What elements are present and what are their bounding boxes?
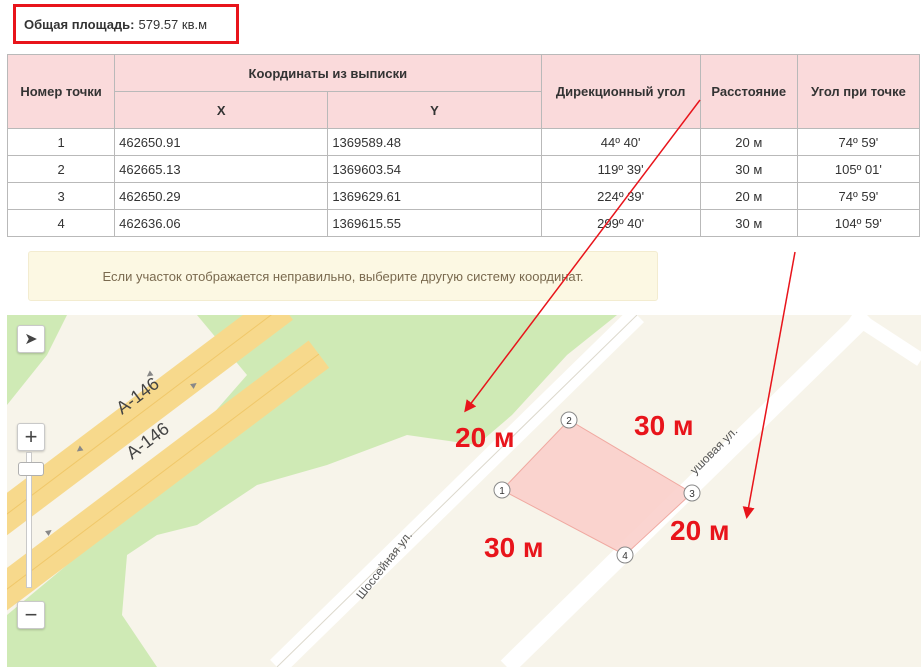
total-area-label: Общая площадь:	[24, 16, 135, 32]
header-direction: Дирекционный угол	[540, 54, 701, 129]
cell-no: 1	[6, 128, 116, 156]
cell-no: 4	[6, 209, 116, 237]
cell-y: 1369589.48	[327, 128, 542, 156]
cell-angle: 104º 59'	[796, 209, 921, 237]
header-distance: Расстояние	[699, 54, 798, 129]
cell-x: 462650.29	[114, 182, 329, 210]
zoom-out-button[interactable]: −	[17, 601, 45, 629]
vertex-marker-2[interactable]: 2	[560, 411, 578, 429]
vertex-marker-1[interactable]: 1	[493, 481, 511, 499]
header-coords-group: Координаты из выписки	[114, 54, 542, 92]
vertex-label: 2	[566, 416, 572, 427]
table-row: 4 462636.06 1369615.55 299º 40' 30 м 104…	[6, 209, 921, 237]
cell-direction: 299º 40'	[540, 209, 701, 237]
header-y: Y	[327, 91, 542, 129]
coordinate-system-notice: Если участок отображается неправильно, в…	[28, 251, 658, 301]
cell-x: 462665.13	[114, 155, 329, 183]
cell-distance: 20 м	[699, 182, 798, 210]
annotation-top-distance: 30 м	[634, 410, 694, 441]
table-row: 1 462650.91 1369589.48 44º 40' 20 м 74º …	[6, 128, 921, 156]
vertex-marker-3[interactable]: 3	[683, 484, 701, 502]
header-point-no: Номер точки	[6, 54, 116, 129]
header-angle: Угол при точке	[796, 54, 921, 129]
cell-y: 1369629.61	[327, 182, 542, 210]
vertex-label: 3	[689, 489, 695, 500]
cell-direction: 44º 40'	[540, 128, 701, 156]
map-view[interactable]: А-146 А-146 ◄ ► ► ◄ Шоссейная ул. ушовая…	[7, 315, 921, 667]
cell-y: 1369603.54	[327, 155, 542, 183]
vertex-label: 1	[499, 486, 505, 497]
locate-arrow-icon: ➤	[24, 331, 38, 348]
cell-angle: 105º 01'	[796, 155, 921, 183]
coordinates-table: Номер точки Координаты из выписки Дирекц…	[6, 54, 921, 237]
locate-button[interactable]: ➤	[17, 325, 45, 353]
cell-distance: 20 м	[699, 128, 798, 156]
cell-no: 2	[6, 155, 116, 183]
annotation-right-distance: 20 м	[670, 515, 730, 546]
total-area-box: Общая площадь: 579.57 кв.м	[13, 4, 239, 44]
annotation-bottom-distance: 30 м	[484, 532, 544, 563]
annotation-left-distance: 20 м	[455, 422, 515, 453]
cell-x: 462650.91	[114, 128, 329, 156]
total-area-value: 579.57 кв.м	[138, 16, 208, 32]
table-row: 3 462650.29 1369629.61 224º 39' 20 м 74º…	[6, 182, 921, 210]
vertex-label: 4	[622, 551, 628, 562]
zoom-in-button[interactable]: +	[17, 423, 45, 451]
zoom-slider-handle[interactable]	[18, 462, 44, 476]
cell-distance: 30 м	[699, 209, 798, 237]
cell-x: 462636.06	[114, 209, 329, 237]
cell-y: 1369615.55	[327, 209, 542, 237]
cell-direction: 119º 39'	[540, 155, 701, 183]
vertex-marker-4[interactable]: 4	[616, 546, 634, 564]
cell-distance: 30 м	[699, 155, 798, 183]
cell-no: 3	[6, 182, 116, 210]
header-x: X	[114, 91, 329, 129]
table-row: 2 462665.13 1369603.54 119º 39' 30 м 105…	[6, 155, 921, 183]
map-canvas[interactable]: А-146 А-146 ◄ ► ► ◄ Шоссейная ул. ушовая…	[7, 315, 921, 667]
cell-angle: 74º 59'	[796, 128, 921, 156]
cell-angle: 74º 59'	[796, 182, 921, 210]
cell-direction: 224º 39'	[540, 182, 701, 210]
